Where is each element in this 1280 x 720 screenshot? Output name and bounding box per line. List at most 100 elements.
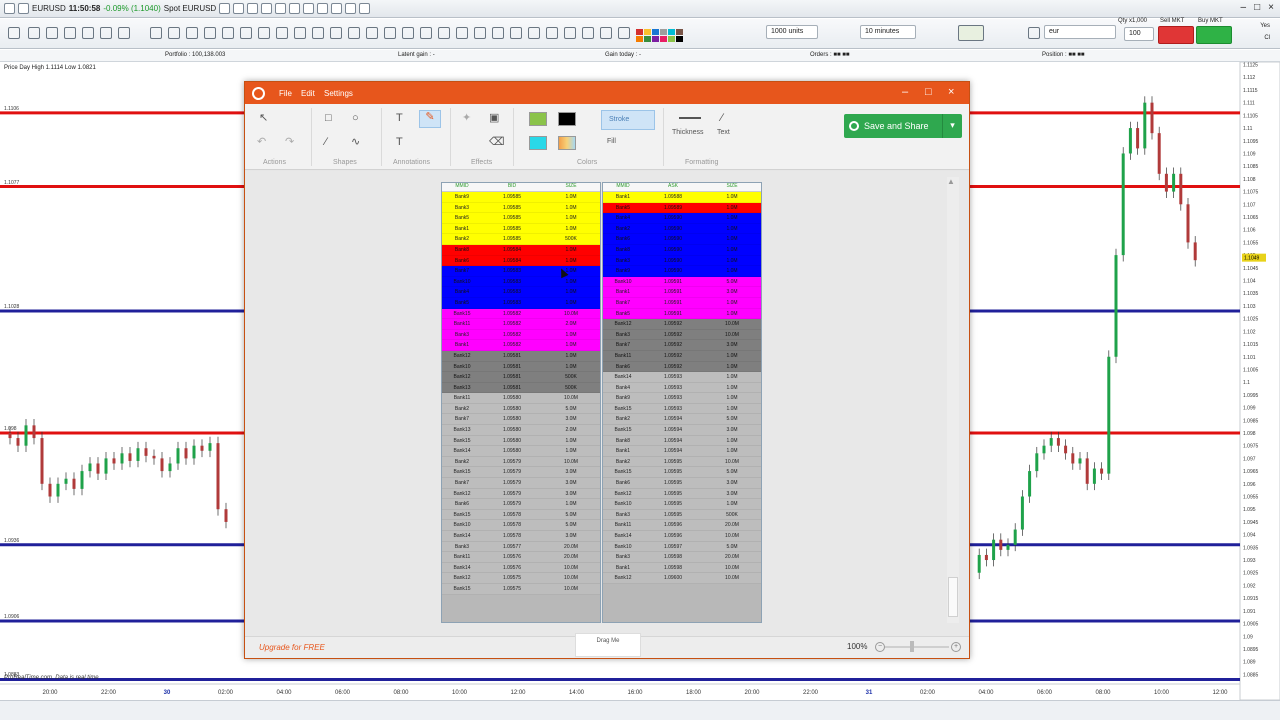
tool-maximize-icon[interactable]: □ xyxy=(925,86,932,98)
canvas-vertical-scrollbar[interactable]: ▲ xyxy=(947,177,959,623)
palette-color-swatch[interactable] xyxy=(644,29,651,35)
line-shape-icon[interactable]: ∕ xyxy=(325,136,327,148)
eraser-icon[interactable]: ⌫ xyxy=(489,136,505,148)
channel-tool-icon[interactable] xyxy=(186,27,198,39)
up-arrow-tool-icon[interactable] xyxy=(546,27,558,39)
arrow-tool-icon[interactable] xyxy=(258,27,270,39)
maximize-icon[interactable]: □ xyxy=(1254,2,1260,13)
drag-me-handle[interactable]: Drag Me xyxy=(575,633,641,657)
palette-color-swatch[interactable] xyxy=(636,29,643,35)
zoom-icon[interactable] xyxy=(275,3,287,14)
scroll-up-icon[interactable]: ▲ xyxy=(947,177,955,186)
instrument-field[interactable]: eur xyxy=(1044,25,1116,39)
flag-icon[interactable] xyxy=(18,3,29,14)
tool-minimize-icon[interactable]: – xyxy=(902,86,908,98)
measure-tool-icon[interactable] xyxy=(402,27,414,39)
down-arrow-tool-icon[interactable] xyxy=(528,27,540,39)
segment-tool-icon[interactable] xyxy=(82,27,94,39)
regression-tool-icon[interactable] xyxy=(348,27,360,39)
cycle-tool-icon[interactable] xyxy=(384,27,396,39)
ellipse-tool-icon[interactable] xyxy=(312,27,324,39)
cursor-tool-icon[interactable] xyxy=(8,27,20,39)
draw-line-icon[interactable] xyxy=(289,3,301,14)
pitchfork-tool-icon[interactable] xyxy=(168,27,180,39)
zoom-in-icon[interactable]: + xyxy=(951,642,961,652)
magnifier-tool-icon[interactable] xyxy=(64,27,76,39)
buy-market-button[interactable] xyxy=(1196,26,1232,44)
pencil-tool-icon[interactable] xyxy=(28,27,40,39)
redo-icon[interactable]: ↷ xyxy=(285,136,294,148)
channel-icon[interactable] xyxy=(331,3,343,14)
text-format-icon[interactable]: ∕ xyxy=(721,112,723,124)
text-annotation-icon[interactable]: T xyxy=(396,112,403,124)
candle-icon[interactable] xyxy=(233,3,245,14)
thickness-icon[interactable] xyxy=(679,117,701,119)
fibonacci-icon[interactable] xyxy=(317,3,329,14)
highlighter-icon[interactable]: ✎ xyxy=(419,110,441,128)
undo-icon[interactable]: ↶ xyxy=(257,136,266,148)
horizontal-line-tool-icon[interactable] xyxy=(118,27,130,39)
magnet-tool-icon[interactable] xyxy=(510,27,522,39)
color-picker-icon[interactable] xyxy=(618,27,630,39)
instrument-icon[interactable] xyxy=(1028,27,1040,39)
tool-title-bar[interactable]: File Edit Settings – □ × xyxy=(245,82,969,104)
menu-edit[interactable]: Edit xyxy=(301,89,315,98)
speed-lines-tool-icon[interactable] xyxy=(366,27,378,39)
zoom-slider[interactable] xyxy=(885,646,949,648)
palette-color-swatch[interactable] xyxy=(644,36,651,42)
triangle-tool-icon[interactable] xyxy=(438,27,450,39)
color-cyan-swatch[interactable] xyxy=(529,136,547,150)
print-icon[interactable] xyxy=(247,3,259,14)
scissors-tool-icon[interactable] xyxy=(492,27,504,39)
zoom-slider-thumb[interactable] xyxy=(910,641,914,652)
bracket-tool-icon[interactable] xyxy=(420,27,432,39)
text-tool-icon[interactable] xyxy=(240,27,252,39)
chart-scrollbar[interactable] xyxy=(0,700,1280,720)
palette-color-swatch[interactable] xyxy=(652,36,659,42)
circle-tool-icon[interactable] xyxy=(294,27,306,39)
palette-color-swatch[interactable] xyxy=(652,29,659,35)
units-select[interactable]: 1000 units xyxy=(766,25,818,39)
scroll-thumb[interactable] xyxy=(948,577,958,617)
arrow-icon[interactable] xyxy=(303,3,315,14)
ray-tool-icon[interactable] xyxy=(100,27,112,39)
select-arrow-icon[interactable]: ↖ xyxy=(259,112,268,124)
zigzag-tool-icon[interactable] xyxy=(276,27,288,39)
rectangle-tool-icon[interactable] xyxy=(456,27,468,39)
label-tool-icon[interactable] xyxy=(474,27,486,39)
rectangle-shape-icon[interactable]: □ xyxy=(325,112,332,124)
palette-color-swatch[interactable] xyxy=(660,36,667,42)
palette-color-swatch[interactable] xyxy=(668,36,675,42)
freehand-shape-icon[interactable]: ∿ xyxy=(351,136,360,148)
upgrade-link[interactable]: Upgrade for FREE xyxy=(259,643,325,652)
grid-icon[interactable] xyxy=(219,3,231,14)
palette-color-swatch[interactable] xyxy=(676,29,683,35)
circle-shape-icon[interactable]: ○ xyxy=(352,112,359,124)
color-black-swatch[interactable] xyxy=(558,112,576,126)
sell-market-button[interactable] xyxy=(1158,26,1194,44)
callout-icon[interactable]: T xyxy=(396,136,403,148)
fib-tool-icon[interactable] xyxy=(150,27,162,39)
crop-icon[interactable]: ▣ xyxy=(489,112,499,124)
palette-color-swatch[interactable] xyxy=(676,36,683,42)
menu-settings[interactable]: Settings xyxy=(324,89,353,98)
triangle-icon[interactable] xyxy=(345,3,357,14)
chart-settings-icon[interactable] xyxy=(958,25,984,41)
rectangle-icon[interactable] xyxy=(359,3,371,14)
palette-color-swatch[interactable] xyxy=(668,29,675,35)
polygon-tool-icon[interactable] xyxy=(330,27,342,39)
wave-tool-icon[interactable] xyxy=(222,27,234,39)
yes-checkbox-label[interactable]: Yes xyxy=(1260,23,1270,29)
timeframe-select[interactable]: 10 minutes xyxy=(860,25,916,39)
qty-input[interactable]: 100 xyxy=(1124,27,1154,41)
stroke-toggle[interactable]: Stroke xyxy=(601,110,655,130)
color-green-swatch[interactable] xyxy=(529,112,547,126)
fill-toggle[interactable]: Fill xyxy=(607,138,616,145)
palette-color-swatch[interactable] xyxy=(660,29,667,35)
minimize-icon[interactable]: – xyxy=(1241,2,1247,13)
color-gradient-swatch[interactable] xyxy=(558,136,576,150)
magic-wand-icon[interactable]: ✦ xyxy=(462,112,471,124)
color-palette[interactable] xyxy=(636,29,736,43)
tool-close-icon[interactable]: × xyxy=(948,86,954,98)
chevron-down-icon[interactable]: ▾ xyxy=(942,114,962,138)
